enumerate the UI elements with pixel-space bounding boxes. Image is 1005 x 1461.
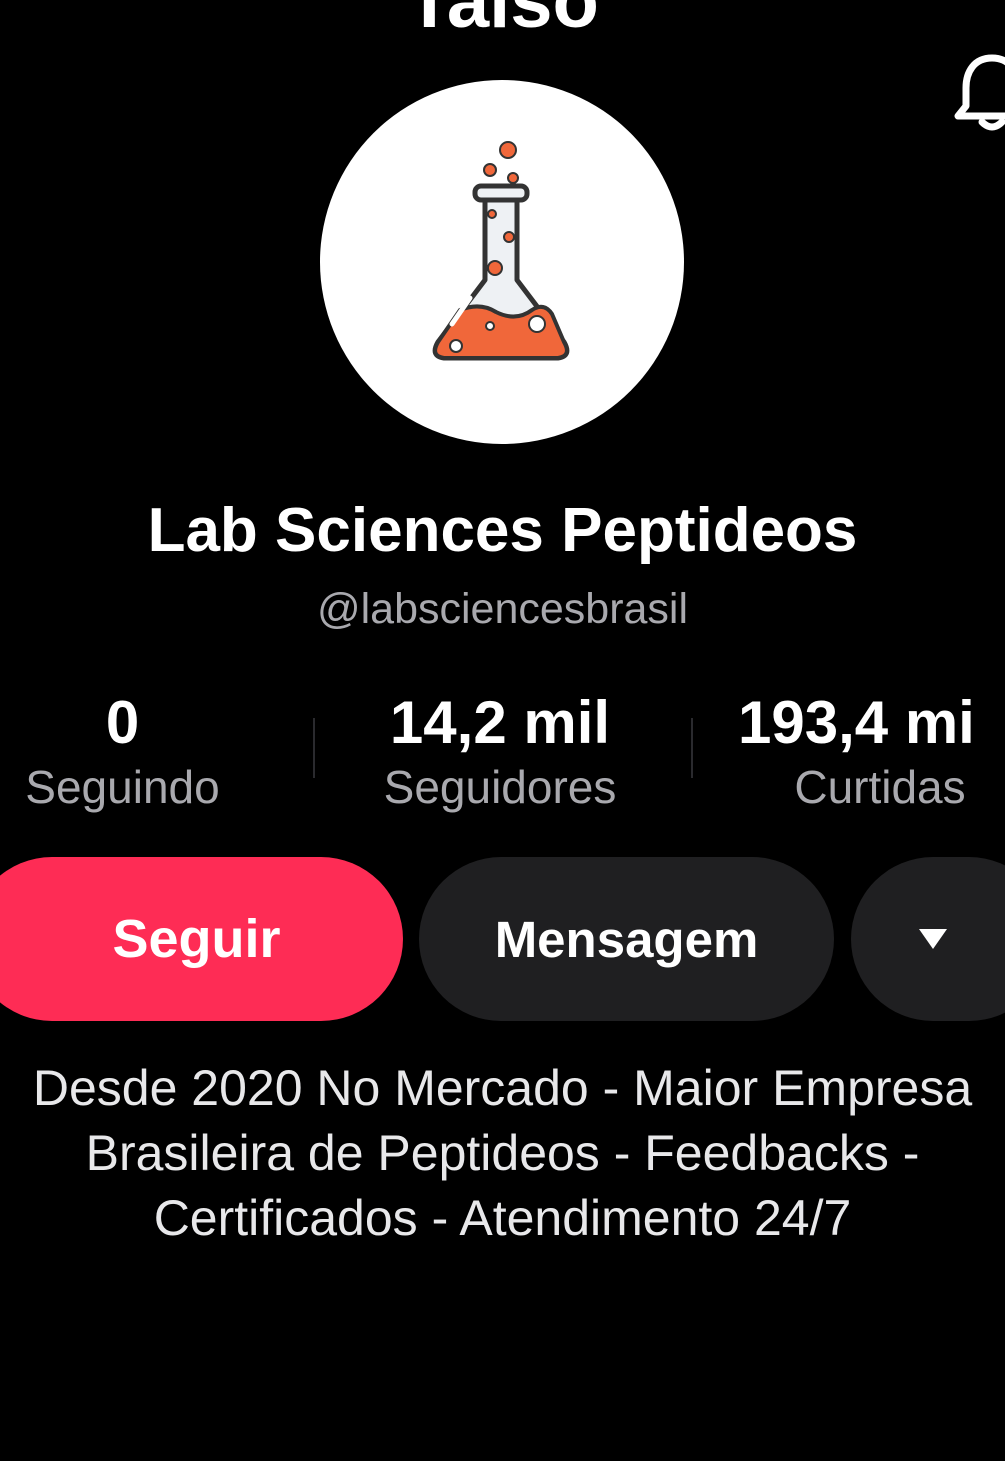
likes-label: Curtidas bbox=[794, 761, 966, 813]
likes-count: 193,4 mi bbox=[738, 689, 975, 756]
page-title: Taiso bbox=[406, 0, 599, 44]
follow-button-label: Seguir bbox=[112, 909, 281, 969]
following-count: 0 bbox=[105, 689, 140, 756]
stat-followers[interactable]: 14,2 mil Seguidores bbox=[350, 690, 650, 818]
followers-label: Seguidores bbox=[383, 761, 617, 813]
bio-line: Certificados - Atendimento 24/7 bbox=[153, 1190, 852, 1246]
stat-divider bbox=[691, 718, 693, 778]
username-handle: @labsciencesbrasil bbox=[316, 585, 689, 633]
bio-line: Desde 2020 No Mercado - Maior Empresa bbox=[32, 1060, 973, 1116]
profile-bio: Desde 2020 No Mercado - Maior Empresa Br… bbox=[0, 1056, 1005, 1251]
message-button-label: Mensagem bbox=[494, 910, 759, 968]
flask-icon bbox=[432, 141, 570, 361]
following-label: Seguindo bbox=[25, 761, 220, 813]
avatar[interactable] bbox=[320, 80, 684, 444]
stat-following[interactable]: 0 Seguindo bbox=[0, 690, 245, 818]
more-options-button[interactable] bbox=[851, 857, 1005, 1021]
message-button[interactable]: Mensagem bbox=[419, 857, 834, 1021]
stat-divider bbox=[313, 718, 315, 778]
display-name: Lab Sciences Peptideos bbox=[147, 496, 858, 565]
followers-count: 14,2 mil bbox=[389, 689, 611, 756]
follow-button[interactable]: Seguir bbox=[0, 857, 403, 1021]
caret-down-icon bbox=[919, 929, 947, 949]
bell-icon[interactable] bbox=[952, 50, 1005, 132]
bio-line: Brasileira de Peptideos - Feedbacks - bbox=[85, 1125, 920, 1181]
stat-likes[interactable]: 193,4 mi Curtidas bbox=[720, 690, 1005, 818]
